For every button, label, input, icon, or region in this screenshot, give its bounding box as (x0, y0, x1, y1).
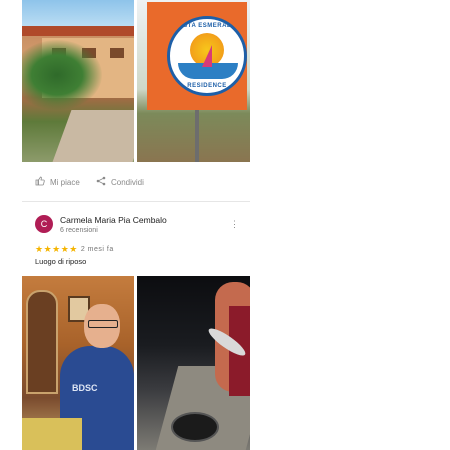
section-divider (22, 201, 250, 202)
share-icon (96, 176, 106, 188)
rating-row: ★★★★★ 2 mesi fa (35, 244, 114, 255)
thumb-up-icon (35, 176, 45, 188)
avatar[interactable]: C (35, 215, 53, 233)
building-roof (22, 26, 134, 36)
shirt-print: BDSC (72, 383, 98, 393)
logo-text-top: COSTA ESMERALDA (173, 23, 241, 29)
review-feed: COSTA ESMERALDA RESIDENCE Mi piace Condi… (22, 0, 250, 450)
sailboat-graphic (202, 45, 212, 67)
residence-building-photo[interactable] (22, 0, 134, 162)
review-text: Luogo di riposo (35, 257, 87, 266)
review-time: 2 mesi fa (80, 246, 114, 253)
residence-logo: COSTA ESMERALDA RESIDENCE (167, 16, 247, 96)
pathway (52, 110, 134, 162)
bucket (171, 412, 219, 442)
share-button[interactable]: Condividi (96, 176, 144, 188)
palm-tree (22, 40, 102, 110)
reviewer-review-count: 6 recensioni (60, 227, 98, 234)
tablecloth (22, 418, 82, 450)
sign-post (195, 110, 199, 162)
glasses (88, 320, 118, 328)
more-vertical-icon[interactable]: ⋮ (230, 220, 239, 229)
logo-text-bottom: RESIDENCE (187, 83, 227, 89)
costa-esmeralda-sign-photo[interactable]: COSTA ESMERALDA RESIDENCE (137, 0, 250, 162)
share-label: Condividi (111, 177, 144, 187)
star-rating: ★★★★★ (35, 244, 78, 254)
like-button[interactable]: Mi piace (35, 176, 80, 188)
arched-door (26, 290, 58, 394)
fishing-at-dock-photo[interactable] (137, 276, 250, 450)
post-actions: Mi piace Condividi (22, 166, 250, 196)
sign-board: COSTA ESMERALDA RESIDENCE (147, 2, 247, 110)
window (110, 48, 124, 58)
reviewer-name[interactable]: Carmela Maria Pia Cembalo (60, 215, 167, 225)
like-label: Mi piace (50, 177, 80, 187)
man-at-table-photo[interactable]: BDSC (22, 276, 134, 450)
